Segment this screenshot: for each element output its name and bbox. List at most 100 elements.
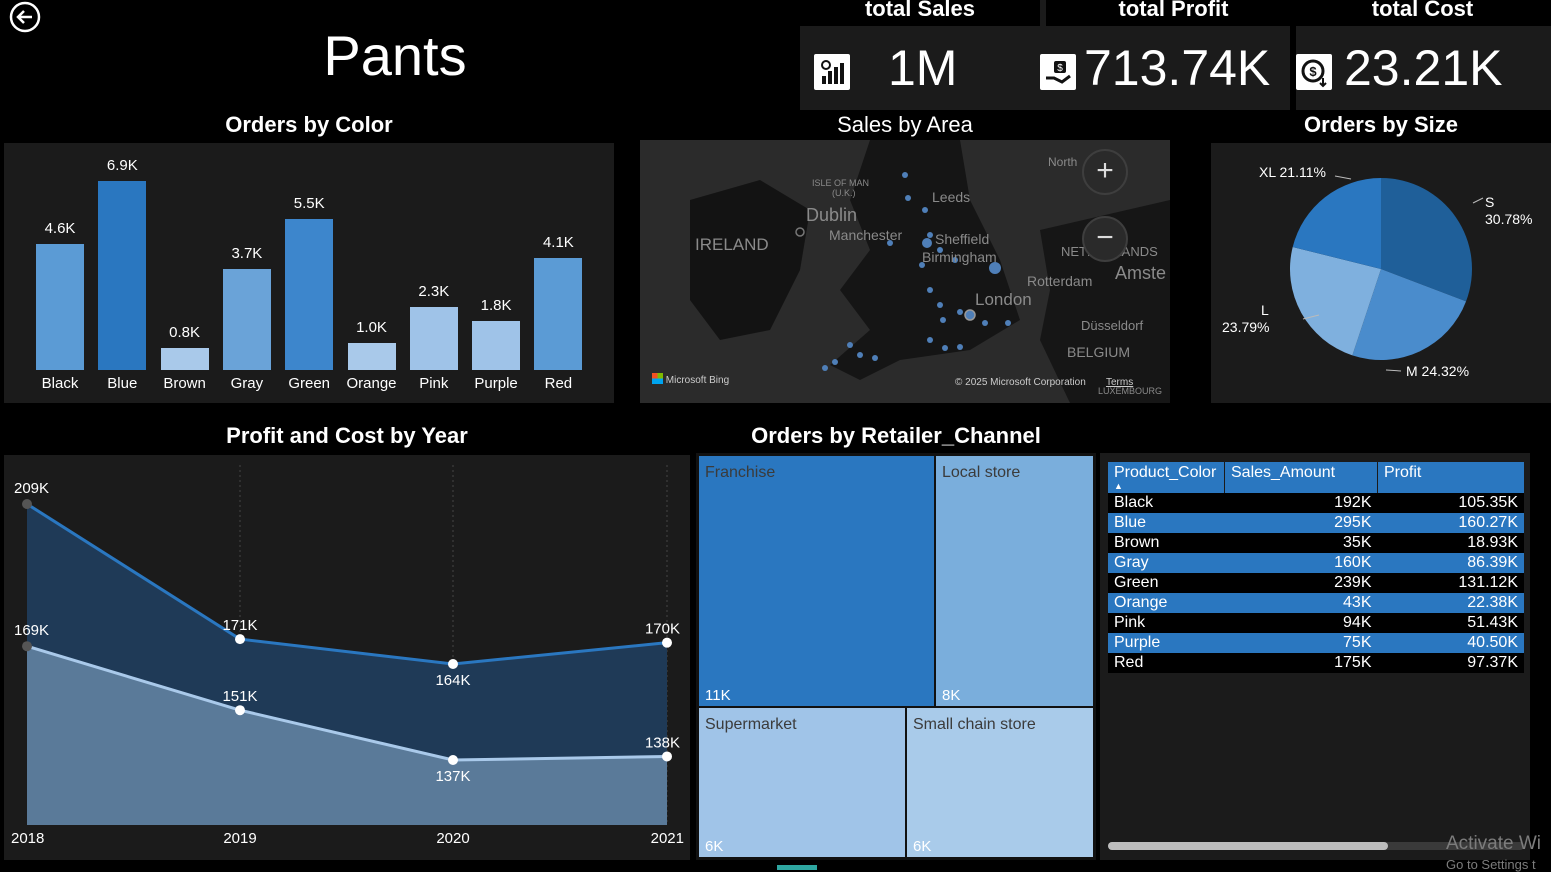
cell-product-color: Blue bbox=[1114, 514, 1147, 531]
hand-money-icon: $ bbox=[1040, 54, 1076, 90]
table-row[interactable]: Orange 43K 22.38K bbox=[1108, 593, 1524, 613]
svg-text:$: $ bbox=[1309, 64, 1317, 79]
sort-ascending-icon: ▲ bbox=[1114, 481, 1123, 491]
profit-cost-title: Profit and Cost by Year bbox=[226, 423, 468, 448]
bar[interactable] bbox=[472, 320, 521, 370]
retailer-channel-treemap[interactable]: Franchise 11K Local store 8K Supermarket… bbox=[696, 453, 1096, 860]
data-label: 169K bbox=[14, 622, 49, 639]
cell-product-color: Orange bbox=[1114, 594, 1168, 611]
cell-product-color: Pink bbox=[1114, 614, 1146, 631]
data-point[interactable] bbox=[22, 499, 32, 509]
map-label-dusseldorf: Düsseldorf bbox=[1081, 318, 1144, 333]
bar-value-label: 4.6K bbox=[44, 219, 76, 237]
data-label: 138K bbox=[645, 734, 680, 751]
treemap-cell-franchise[interactable]: Franchise 11K bbox=[698, 455, 935, 707]
treemap-value: 8K bbox=[942, 687, 961, 704]
bing-logo: Microsoft Bing bbox=[652, 373, 729, 386]
data-point[interactable] bbox=[448, 755, 458, 765]
pie-leader-line bbox=[1472, 197, 1484, 204]
bar[interactable] bbox=[98, 180, 147, 370]
cell-sales-amount: 192K bbox=[1334, 494, 1372, 511]
pie-leader-line bbox=[1385, 369, 1402, 372]
cell-sales-amount: 75K bbox=[1343, 634, 1372, 651]
bar[interactable] bbox=[222, 268, 271, 370]
pie-label-l-pct: 23.79% bbox=[1222, 319, 1270, 335]
bar[interactable] bbox=[409, 306, 458, 370]
cell-product-color: Purple bbox=[1114, 634, 1161, 651]
cell-profit: 131.12K bbox=[1458, 574, 1518, 591]
cell-product-color: Green bbox=[1114, 574, 1159, 591]
map-label-isle-of-man: ISLE OF MAN bbox=[812, 178, 870, 188]
map-label-london: London bbox=[975, 290, 1032, 309]
table-row[interactable]: Black 192K 105.35K bbox=[1108, 493, 1524, 513]
table-row[interactable]: Gray 160K 86.39K bbox=[1108, 553, 1524, 573]
column-header-profit[interactable]: Profit bbox=[1377, 462, 1524, 493]
treemap-label: Local store bbox=[942, 464, 1021, 481]
table-row[interactable]: Brown 35K 18.93K bbox=[1108, 533, 1524, 553]
bar[interactable] bbox=[347, 342, 396, 370]
table-row[interactable]: Purple 75K 40.50K bbox=[1108, 633, 1524, 653]
x-tick-label: 2020 bbox=[436, 830, 469, 847]
pie-label-s-pct: 30.78% bbox=[1485, 211, 1533, 227]
data-point[interactable] bbox=[235, 634, 245, 645]
data-point[interactable] bbox=[448, 659, 458, 669]
treemap-label: Small chain store bbox=[913, 716, 1036, 733]
treemap-value: 11K bbox=[705, 687, 731, 704]
table-row[interactable]: Pink 94K 51.43K bbox=[1108, 613, 1524, 633]
back-button[interactable] bbox=[8, 0, 42, 34]
bar-chart-area: 4.6K Black 6.9K Blue 0.8K Brown 3.7K Gray 5.5K Gr… bbox=[4, 143, 614, 403]
cell-sales-amount: 35K bbox=[1343, 534, 1372, 551]
treemap-label: Supermarket bbox=[705, 716, 797, 733]
zoom-out-button[interactable]: − bbox=[1082, 216, 1128, 262]
bar[interactable] bbox=[160, 348, 209, 370]
cell-profit: 97.37K bbox=[1467, 654, 1518, 671]
kpi-profit-value: 713.74K bbox=[1084, 40, 1271, 96]
data-point[interactable] bbox=[235, 705, 245, 716]
map-label-birmingham: Birmingham bbox=[922, 249, 997, 265]
cell-sales-amount: 175K bbox=[1334, 654, 1372, 671]
column-header-sales-amount[interactable]: Sales_Amount bbox=[1224, 462, 1378, 493]
scrollbar-thumb[interactable] bbox=[1108, 842, 1388, 850]
activation-watermark-line1: Activate Wi bbox=[1446, 833, 1542, 854]
cell-profit: 160.27K bbox=[1458, 514, 1518, 531]
orders-by-size-chart[interactable]: XL 21.11% S 30.78% L 23.79% M 24.32% bbox=[1211, 143, 1551, 403]
data-label: 151K bbox=[222, 688, 257, 705]
table-row[interactable]: Green 239K 131.12K bbox=[1108, 573, 1524, 593]
treemap-cell-local-store[interactable]: Local store 8K bbox=[935, 455, 1094, 707]
cell-product-color: Gray bbox=[1114, 554, 1149, 571]
treemap-cell-small-chain-store[interactable]: Small chain store 6K bbox=[906, 707, 1094, 858]
product-color-table[interactable]: Product_Color ▲ Sales_Amount Profit Blac… bbox=[1108, 462, 1524, 673]
table-row[interactable]: Red 175K 97.37K bbox=[1108, 653, 1524, 673]
data-label: 209K bbox=[14, 480, 49, 497]
profit-cost-chart[interactable]: 209K 171K 164K 170K 169K 151K 137K 138K 2018 2019… bbox=[4, 455, 690, 860]
page-tab-indicator bbox=[777, 865, 817, 870]
sales-map[interactable]: IRELAND Dublin ISLE OF MAN (U.K.) Manche… bbox=[640, 140, 1170, 403]
data-label: 171K bbox=[222, 617, 257, 634]
map-label-ireland: IRELAND bbox=[695, 235, 769, 254]
kpi-sales-value: 1M bbox=[888, 40, 958, 96]
orders-by-color-chart[interactable]: 4.6K Black 6.9K Blue 0.8K Brown 3.7K Gray 5.5K Gr… bbox=[4, 143, 614, 403]
map-label-belgium: BELGIUM bbox=[1067, 344, 1131, 360]
bar[interactable] bbox=[285, 219, 334, 370]
kpi-cost-value: 23.21K bbox=[1344, 40, 1503, 96]
data-point[interactable] bbox=[22, 641, 32, 652]
cell-sales-amount: 239K bbox=[1334, 574, 1372, 591]
pie-chart bbox=[1290, 175, 1484, 372]
table-row[interactable]: Blue 295K 160.27K bbox=[1108, 513, 1524, 533]
data-point[interactable] bbox=[662, 751, 672, 762]
area-chart: 209K 171K 164K 170K 169K 151K 137K 138K 2018 2019… bbox=[11, 465, 684, 847]
bar[interactable] bbox=[534, 257, 583, 370]
map-label-dublin: Dublin bbox=[806, 205, 858, 225]
bar[interactable] bbox=[36, 243, 84, 370]
bar-value-label: 1.8K bbox=[480, 296, 512, 314]
column-header-product-color[interactable]: Product_Color ▲ bbox=[1108, 462, 1225, 493]
pie-leader-line bbox=[1334, 175, 1352, 180]
sales-by-area-title: Sales by Area bbox=[837, 112, 973, 137]
zoom-in-button[interactable]: + bbox=[1082, 149, 1128, 195]
data-label: 137K bbox=[435, 768, 470, 785]
treemap-cell-supermarket[interactable]: Supermarket 6K bbox=[698, 707, 906, 858]
map-label-uk: (U.K.) bbox=[832, 188, 856, 198]
data-point[interactable] bbox=[662, 637, 672, 648]
header-label: Product_Color bbox=[1114, 464, 1217, 481]
map-terms-link[interactable]: Terms bbox=[1106, 377, 1133, 388]
